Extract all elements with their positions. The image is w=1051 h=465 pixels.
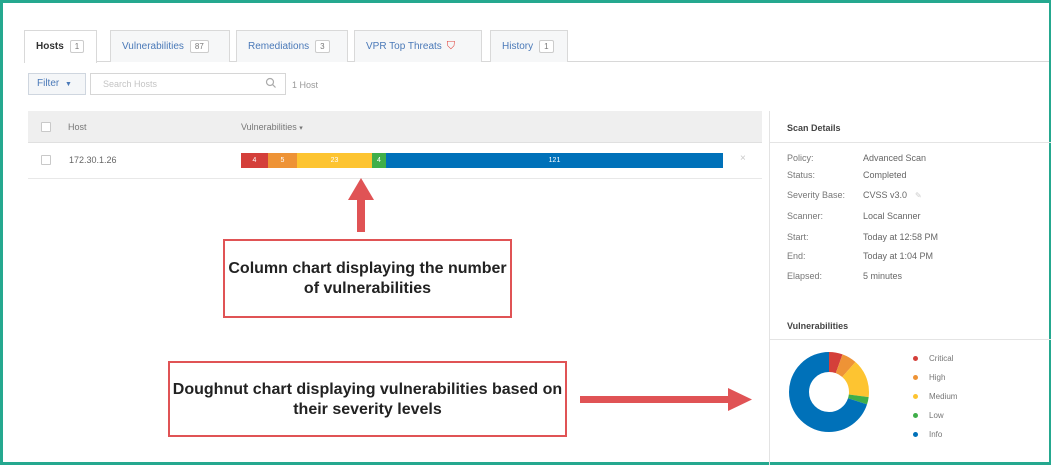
arrow-up-icon [348,178,374,232]
doughnut-chart-callout: Doughnut chart displaying vulnerabilitie… [168,361,567,437]
arrow-right-icon [580,388,752,411]
column-chart-callout: Column chart displaying the number of vu… [223,239,512,318]
